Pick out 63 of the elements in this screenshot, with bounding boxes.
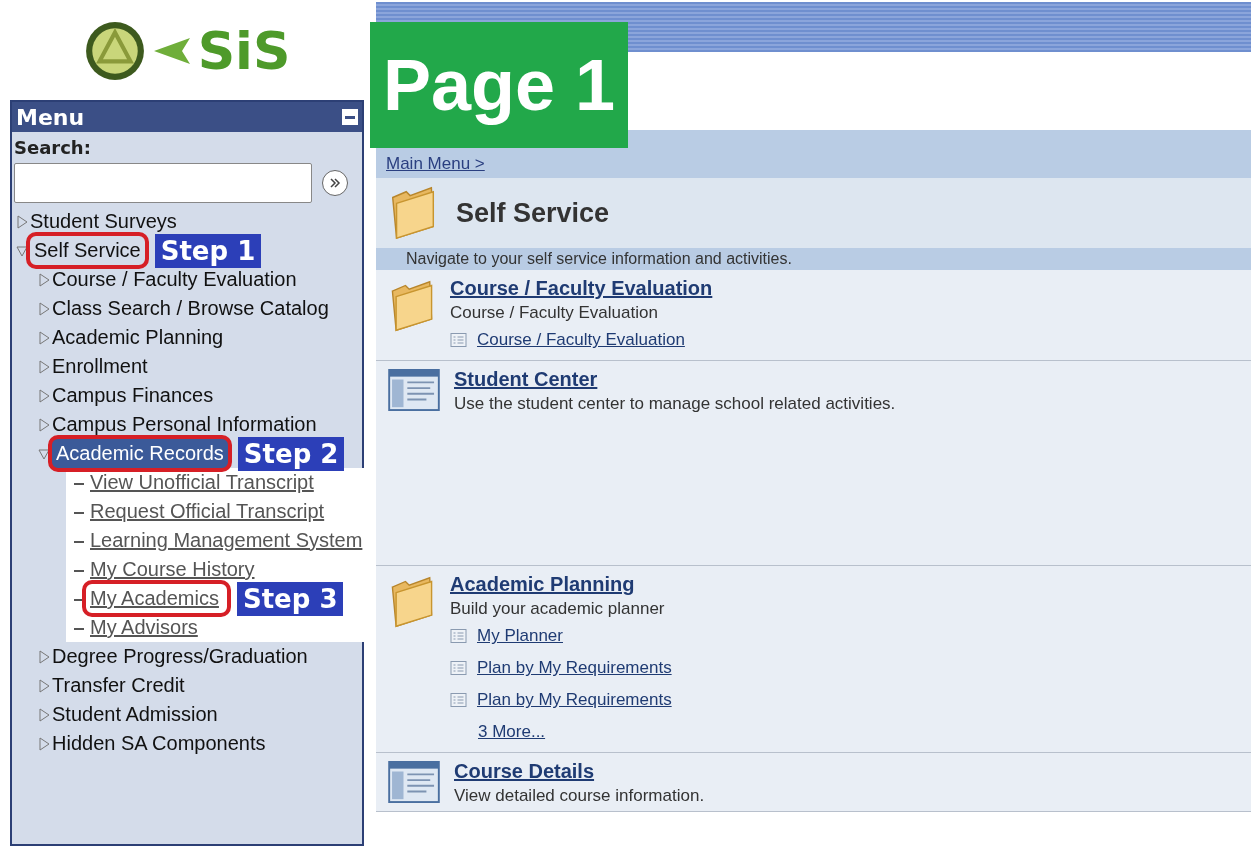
expanded-triangle-icon[interactable]: [16, 244, 28, 258]
menu-folder[interactable]: Hidden SA Components: [52, 729, 266, 758]
menu-folder[interactable]: Degree Progress/Graduation: [52, 642, 308, 671]
collapsed-triangle-icon[interactable]: [38, 708, 50, 722]
search-go-button[interactable]: [322, 170, 348, 196]
logo-text: SiS: [197, 25, 291, 77]
menu-folder[interactable]: Campus Finances: [52, 381, 214, 410]
collapsed-triangle-icon[interactable]: [38, 302, 50, 316]
list-icon: [450, 333, 467, 347]
menu-folder[interactable]: Academic Planning: [52, 323, 224, 352]
collapsed-triangle-icon[interactable]: [38, 650, 50, 664]
section-link[interactable]: Plan by My Requirements: [477, 687, 672, 713]
section-link[interactable]: My Planner: [477, 623, 563, 649]
page-title: Self Service: [456, 196, 610, 230]
menu-folder[interactable]: Enrollment: [52, 352, 148, 381]
menu-folder[interactable]: Class Search / Browse Catalog: [52, 294, 329, 323]
menu-folder[interactable]: Academic Records: [48, 435, 232, 472]
search-label: Search:: [14, 136, 92, 160]
dash-icon: [74, 599, 84, 601]
more-link[interactable]: 3 More...: [478, 716, 672, 748]
section-link[interactable]: Plan by My Requirements: [477, 655, 672, 681]
collapsed-triangle-icon[interactable]: [16, 215, 28, 229]
section-description: Use the student center to manage school related activities.: [454, 393, 896, 415]
dash-icon: [74, 628, 84, 630]
collapsed-triangle-icon[interactable]: [38, 389, 50, 403]
menu-title: Menu: [16, 103, 85, 132]
search-field[interactable]: [14, 163, 312, 203]
dash-icon: [74, 570, 84, 572]
list-icon: [450, 693, 467, 707]
page-description: Navigate to your self service information and activities.: [406, 249, 792, 269]
section-description: Course / Faculty Evaluation: [450, 302, 659, 324]
step-label: Step 3: [236, 582, 344, 616]
step-label: Step 1: [154, 234, 262, 268]
section-link[interactable]: Course / Faculty Evaluation: [477, 327, 685, 353]
collapsed-triangle-icon[interactable]: [38, 331, 50, 345]
menu-folder[interactable]: Transfer Credit: [52, 671, 185, 700]
collapse-button[interactable]: [342, 109, 358, 125]
page-label: Page 1: [370, 22, 628, 148]
list-icon: [450, 661, 467, 675]
dash-icon: [74, 512, 84, 514]
logo-emblem: [83, 20, 146, 82]
breadcrumb-link[interactable]: Main Menu >: [386, 150, 485, 176]
collapsed-triangle-icon[interactable]: [38, 737, 50, 751]
window-icon: [388, 761, 440, 803]
section-title-link[interactable]: Academic Planning: [450, 570, 672, 598]
menu-folder[interactable]: Self Service: [26, 232, 149, 269]
dash-icon: [74, 483, 84, 485]
double-chevron-icon: [329, 177, 341, 189]
step-label: Step 2: [237, 437, 345, 471]
dash-icon: [74, 541, 84, 543]
collapsed-triangle-icon[interactable]: [38, 679, 50, 693]
section-description: Build your academic planner: [450, 598, 666, 620]
section-title-link[interactable]: Student Center: [454, 365, 896, 393]
section-description: View detailed course information.: [454, 785, 705, 807]
section-title-link[interactable]: Course / Faculty Evaluation: [450, 274, 713, 302]
collapsed-triangle-icon[interactable]: [38, 360, 50, 374]
menu-folder[interactable]: Student Admission: [52, 700, 218, 729]
list-icon: [450, 629, 467, 643]
expanded-triangle-icon[interactable]: [38, 447, 50, 461]
section-title-link[interactable]: Course Details: [454, 757, 705, 785]
window-icon: [388, 369, 440, 411]
collapsed-triangle-icon[interactable]: [38, 418, 50, 432]
collapsed-triangle-icon[interactable]: [38, 273, 50, 287]
